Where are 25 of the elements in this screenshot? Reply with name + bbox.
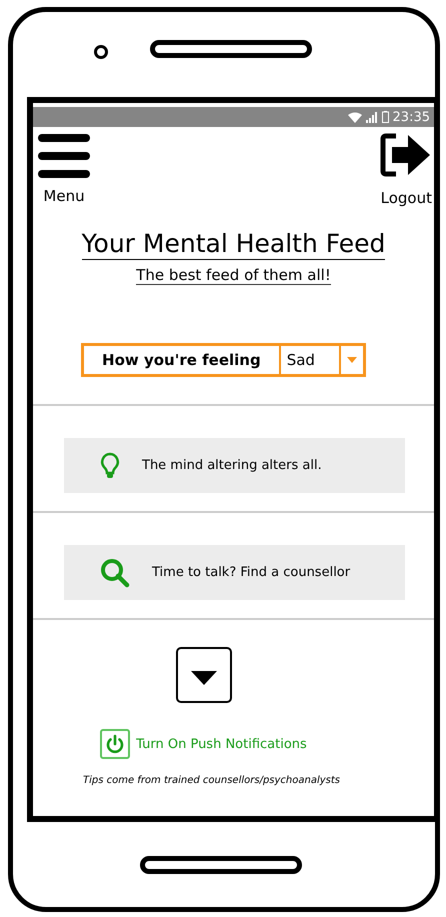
feed-card[interactable]: Time to talk? Find a counsellor bbox=[64, 545, 405, 600]
status-time: 23:35 bbox=[392, 110, 430, 124]
mood-dropdown[interactable]: Sad bbox=[280, 346, 341, 374]
more-button[interactable] bbox=[176, 647, 232, 703]
feed-card[interactable]: The mind altering alters all. bbox=[64, 438, 405, 493]
lightbulb-icon bbox=[100, 452, 120, 480]
page-title: Your Mental Health Feed bbox=[82, 229, 386, 260]
wifi-icon bbox=[348, 112, 362, 122]
camera-dot bbox=[94, 45, 108, 59]
signal-icon bbox=[366, 112, 378, 122]
push-notifications-button[interactable]: Turn On Push Notifications bbox=[100, 729, 307, 759]
search-icon bbox=[100, 558, 130, 588]
logout-button[interactable]: Logout bbox=[380, 133, 432, 207]
power-icon bbox=[100, 729, 130, 759]
mood-label: How you're feeling bbox=[84, 346, 281, 374]
feed-text: Time to talk? Find a counsellor bbox=[152, 565, 350, 580]
logout-icon bbox=[380, 133, 432, 177]
menu-button[interactable]: Menu bbox=[37, 133, 91, 207]
battery-icon bbox=[382, 111, 389, 123]
caret-icon bbox=[346, 357, 357, 363]
footnote: Tips come from trained counsellors/psychoanalysts bbox=[82, 775, 342, 786]
down-arrow-icon bbox=[190, 670, 216, 684]
page-subtitle: The best feed of them all! bbox=[136, 266, 331, 285]
feed-text: The mind altering alters all. bbox=[142, 458, 322, 473]
menu-icon bbox=[37, 133, 91, 179]
